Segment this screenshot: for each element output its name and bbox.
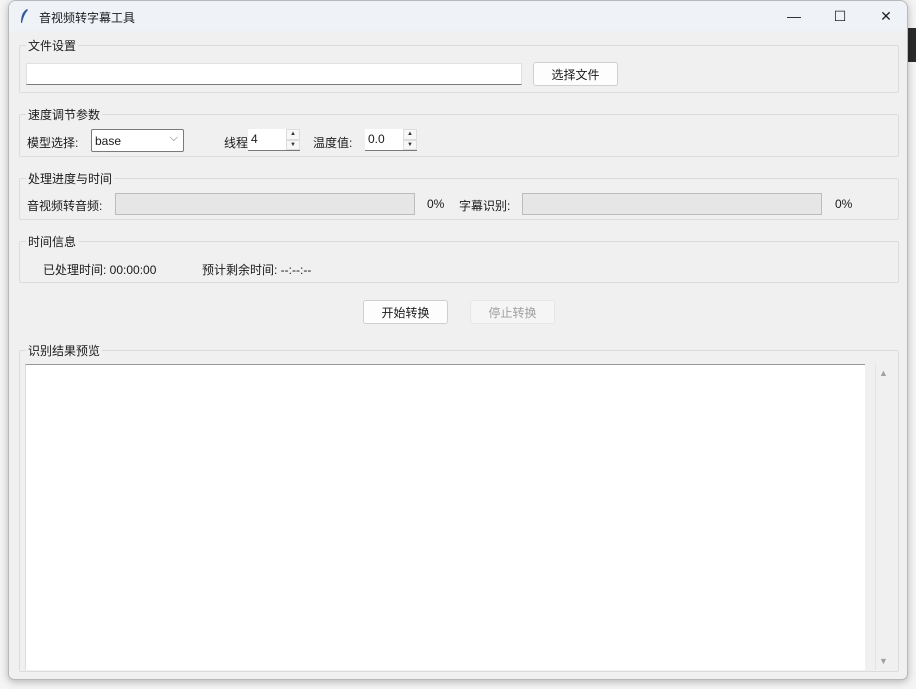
start-convert-button[interactable]: 开始转换 [363, 300, 448, 324]
temperature-label: 温度值: [313, 134, 352, 151]
spin-up-icon[interactable]: ▲ [403, 129, 417, 140]
time-info-group: 时间信息 已处理时间: 00:00:00 预计剩余时间: --:--:-- [19, 241, 899, 283]
spin-up-icon[interactable]: ▲ [286, 129, 300, 140]
model-label: 模型选择: [27, 134, 78, 151]
close-button[interactable]: ✕ [863, 1, 908, 31]
group-label: 识别结果预览 [26, 342, 102, 359]
model-select[interactable]: base ⌵ [91, 129, 184, 152]
app-window: 音视频转字幕工具 — ☐ ✕ 文件设置 选择文件 速度调节参数 模型选择: ba… [8, 0, 908, 680]
spin-down-icon[interactable]: ▼ [286, 140, 300, 151]
file-settings-group: 文件设置 选择文件 [19, 45, 899, 93]
preview-textarea[interactable] [25, 364, 865, 670]
audio-progress-percent: 0% [427, 197, 444, 211]
model-value: base [95, 134, 121, 148]
subtitle-progress-label: 字幕识别: [459, 197, 510, 214]
preview-scrollbar[interactable]: ▲ ▼ [875, 364, 891, 670]
maximize-button[interactable]: ☐ [817, 1, 863, 31]
temperature-spinbox[interactable]: 0.0 ▲▼ [365, 129, 417, 151]
threads-spinbox[interactable]: 4 ▲▼ [248, 129, 300, 151]
subtitle-progress-bar [522, 193, 822, 215]
scroll-down-icon[interactable]: ▼ [879, 656, 888, 666]
progress-group: 处理进度与时间 音视频转音频: 0% 字幕识别: 0% [19, 178, 899, 220]
threads-value: 4 [251, 132, 258, 146]
group-label: 文件设置 [26, 37, 78, 54]
browse-file-button[interactable]: 选择文件 [533, 62, 618, 86]
audio-progress-label: 音视频转音频: [27, 197, 102, 214]
group-label: 速度调节参数 [26, 106, 102, 123]
audio-progress-bar [115, 193, 415, 215]
minimize-button[interactable]: — [771, 1, 817, 31]
group-label: 处理进度与时间 [26, 170, 114, 187]
file-path-input[interactable] [26, 63, 522, 85]
elapsed-time: 已处理时间: 00:00:00 [43, 261, 156, 278]
window-title: 音视频转字幕工具 [39, 9, 135, 26]
chevron-down-icon: ⌵ [170, 132, 178, 145]
feather-icon [19, 8, 29, 24]
spin-down-icon[interactable]: ▼ [403, 140, 417, 151]
title-bar: 音视频转字幕工具 — ☐ ✕ [9, 1, 907, 31]
stop-convert-button[interactable]: 停止转换 [470, 300, 555, 324]
subtitle-progress-percent: 0% [835, 197, 852, 211]
group-label: 时间信息 [26, 233, 78, 250]
remaining-time: 预计剩余时间: --:--:-- [202, 261, 311, 278]
temperature-value: 0.0 [368, 132, 385, 146]
speed-params-group: 速度调节参数 模型选择: base ⌵ 线程数: 4 ▲▼ 温度值: 0.0 ▲… [19, 114, 899, 157]
scroll-up-icon[interactable]: ▲ [879, 368, 888, 378]
